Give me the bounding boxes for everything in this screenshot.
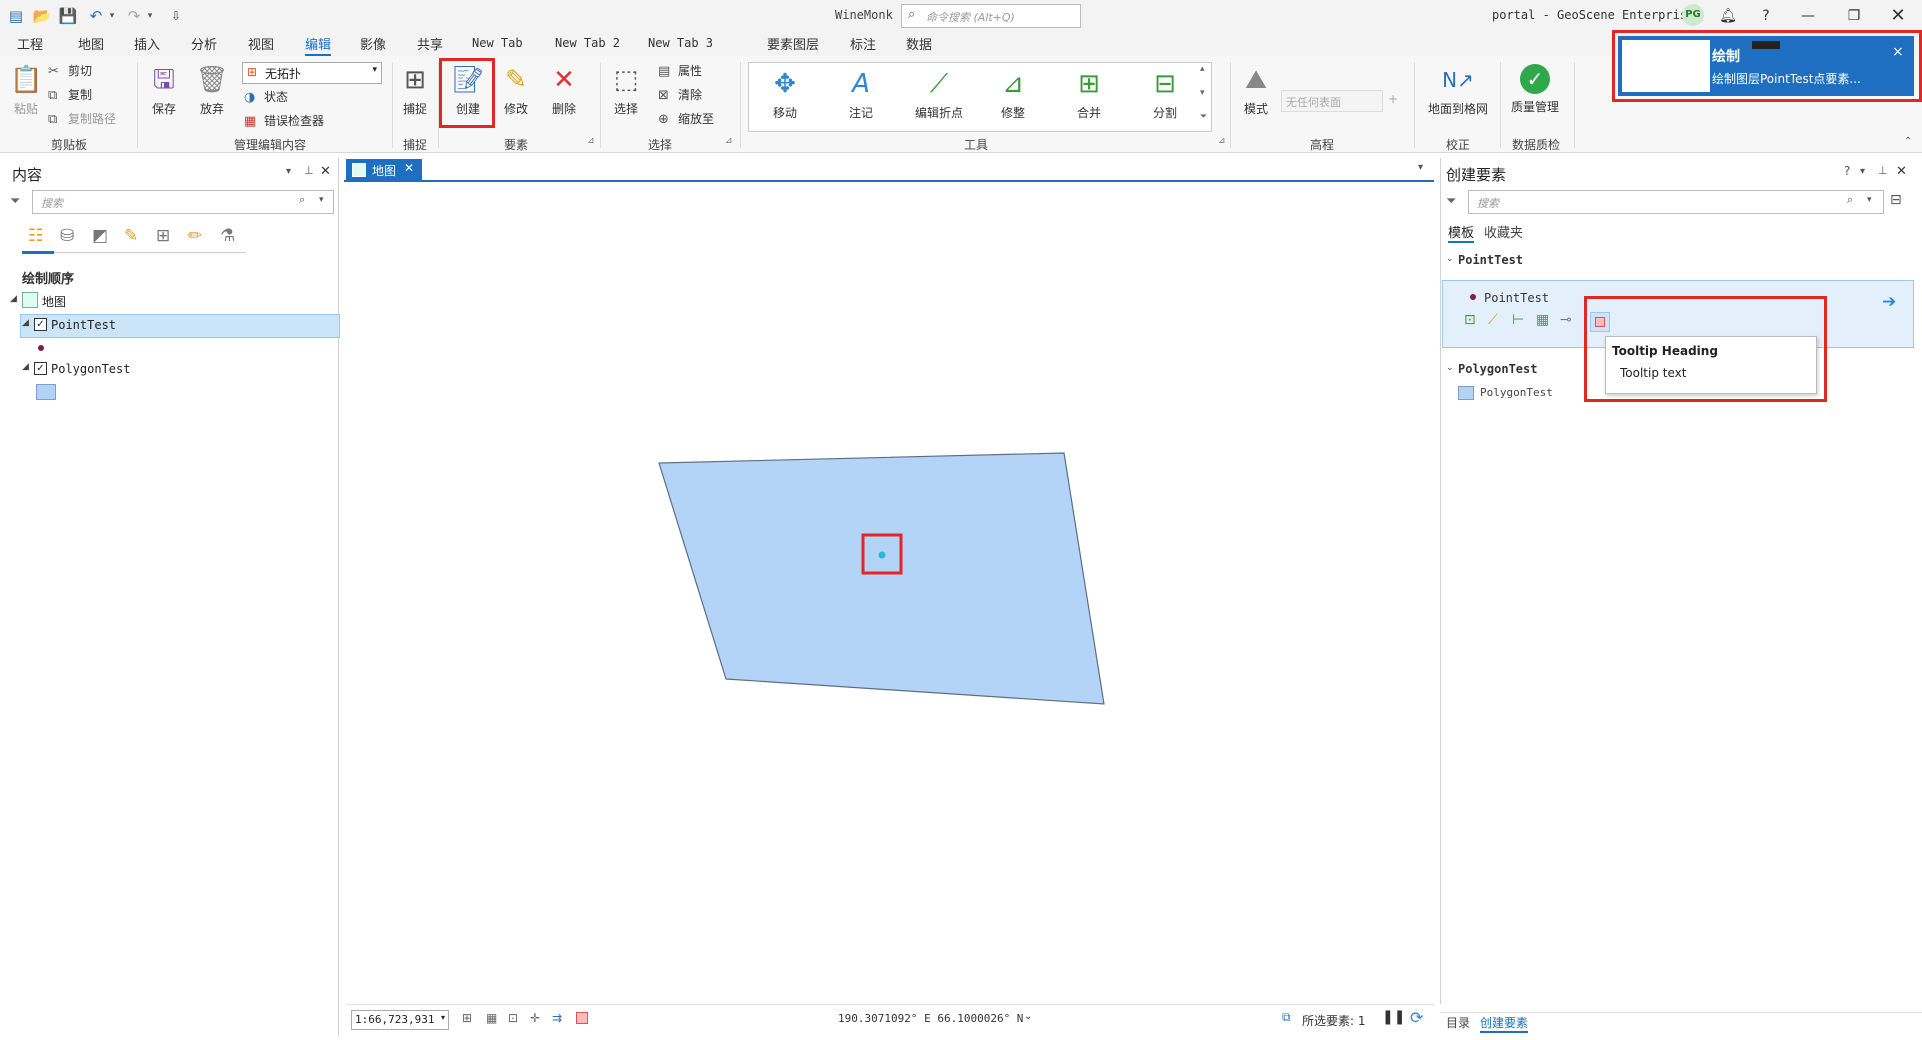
selection-icon: ⧉ bbox=[1282, 1010, 1291, 1024]
fixed-zoom-icon[interactable]: ⊞ bbox=[462, 1011, 472, 1025]
navigate-icon[interactable]: ⇉ bbox=[552, 1011, 562, 1025]
template-group-polygontest[interactable]: PolygonTest bbox=[1458, 362, 1537, 376]
tab-catalog[interactable]: 目录 bbox=[1446, 1014, 1470, 1031]
polygon-feature[interactable] bbox=[658, 452, 1105, 705]
point-symbol-icon bbox=[1470, 294, 1476, 300]
close-pane-icon[interactable]: ✕ bbox=[1896, 164, 1907, 179]
bottom-tabs-divider bbox=[1440, 1012, 1922, 1013]
coordinate-format-chevron-icon[interactable]: ⌄ bbox=[1024, 1011, 1032, 1022]
scale-select[interactable]: 1:66,723,931 ▾ bbox=[351, 1010, 449, 1030]
search-icon: ⌕ bbox=[1847, 193, 1854, 206]
create-features-search-placeholder: 搜索 bbox=[1477, 197, 1499, 210]
active-template-arrow-icon[interactable]: ➔ bbox=[1882, 292, 1896, 312]
create-features-search-input[interactable]: 搜索 ⌕ ▾ bbox=[1468, 190, 1884, 214]
template-group-pointtest[interactable]: PointTest bbox=[1458, 253, 1523, 267]
tab-templates[interactable]: 模板 bbox=[1448, 222, 1475, 243]
selected-features-count[interactable]: 所选要素: 1 bbox=[1302, 1012, 1366, 1029]
tooltip-heading: Tooltip Heading bbox=[1612, 344, 1718, 358]
create-features-title: 创建要素 bbox=[1446, 166, 1507, 184]
template-name-polygontest[interactable]: PolygonTest bbox=[1480, 386, 1553, 399]
template-name-pointtest[interactable]: PointTest bbox=[1484, 291, 1549, 305]
tab-favorites[interactable]: 收藏夹 bbox=[1484, 222, 1523, 241]
polygon-symbol-icon bbox=[1458, 386, 1474, 400]
point-from-gps-icon[interactable]: ⊸ bbox=[1560, 312, 1572, 328]
pause-drawing-icon[interactable]: ❚❚ bbox=[1382, 1009, 1405, 1025]
grid-icon[interactable]: ▦ bbox=[486, 1011, 497, 1025]
stop-icon[interactable] bbox=[576, 1012, 588, 1024]
constraint-icon[interactable]: ✛ bbox=[530, 1011, 540, 1025]
point-along-line-icon[interactable]: ⊢ bbox=[1512, 312, 1524, 328]
chevron-down-icon: ▾ bbox=[1867, 195, 1872, 205]
point-at-end-of-line-icon[interactable]: ⟋ bbox=[1488, 312, 1498, 328]
help-icon[interactable]: ? bbox=[1844, 164, 1850, 178]
point-tool-icon[interactable]: ⊡ bbox=[1464, 312, 1476, 328]
collapse-group-icon[interactable]: ⌄ bbox=[1446, 254, 1454, 264]
snap-icon[interactable]: ⊡ bbox=[508, 1011, 518, 1025]
chevron-down-icon: ▾ bbox=[440, 1013, 445, 1022]
pane-options-icon[interactable]: ▾ bbox=[1860, 166, 1865, 177]
tab-create-features[interactable]: 创建要素 bbox=[1480, 1014, 1529, 1033]
filter-icon[interactable]: ⏷ bbox=[1446, 194, 1456, 209]
refresh-icon[interactable]: ⟳ bbox=[1410, 1008, 1423, 1027]
tooltip-text: Tooltip text bbox=[1620, 366, 1687, 380]
pin-icon[interactable]: ⊥ bbox=[1878, 164, 1888, 177]
point-feature[interactable] bbox=[878, 551, 886, 559]
coordinates-readout: 190.3071092° E 66.1000026° N bbox=[838, 1012, 1024, 1025]
collapse-group-icon[interactable]: ⌄ bbox=[1446, 363, 1454, 373]
point-from-table-icon[interactable]: ▦ bbox=[1536, 312, 1549, 328]
scale-value: 1:66,723,931 bbox=[355, 1013, 435, 1026]
manage-templates-icon[interactable]: ⊟ bbox=[1890, 192, 1902, 208]
